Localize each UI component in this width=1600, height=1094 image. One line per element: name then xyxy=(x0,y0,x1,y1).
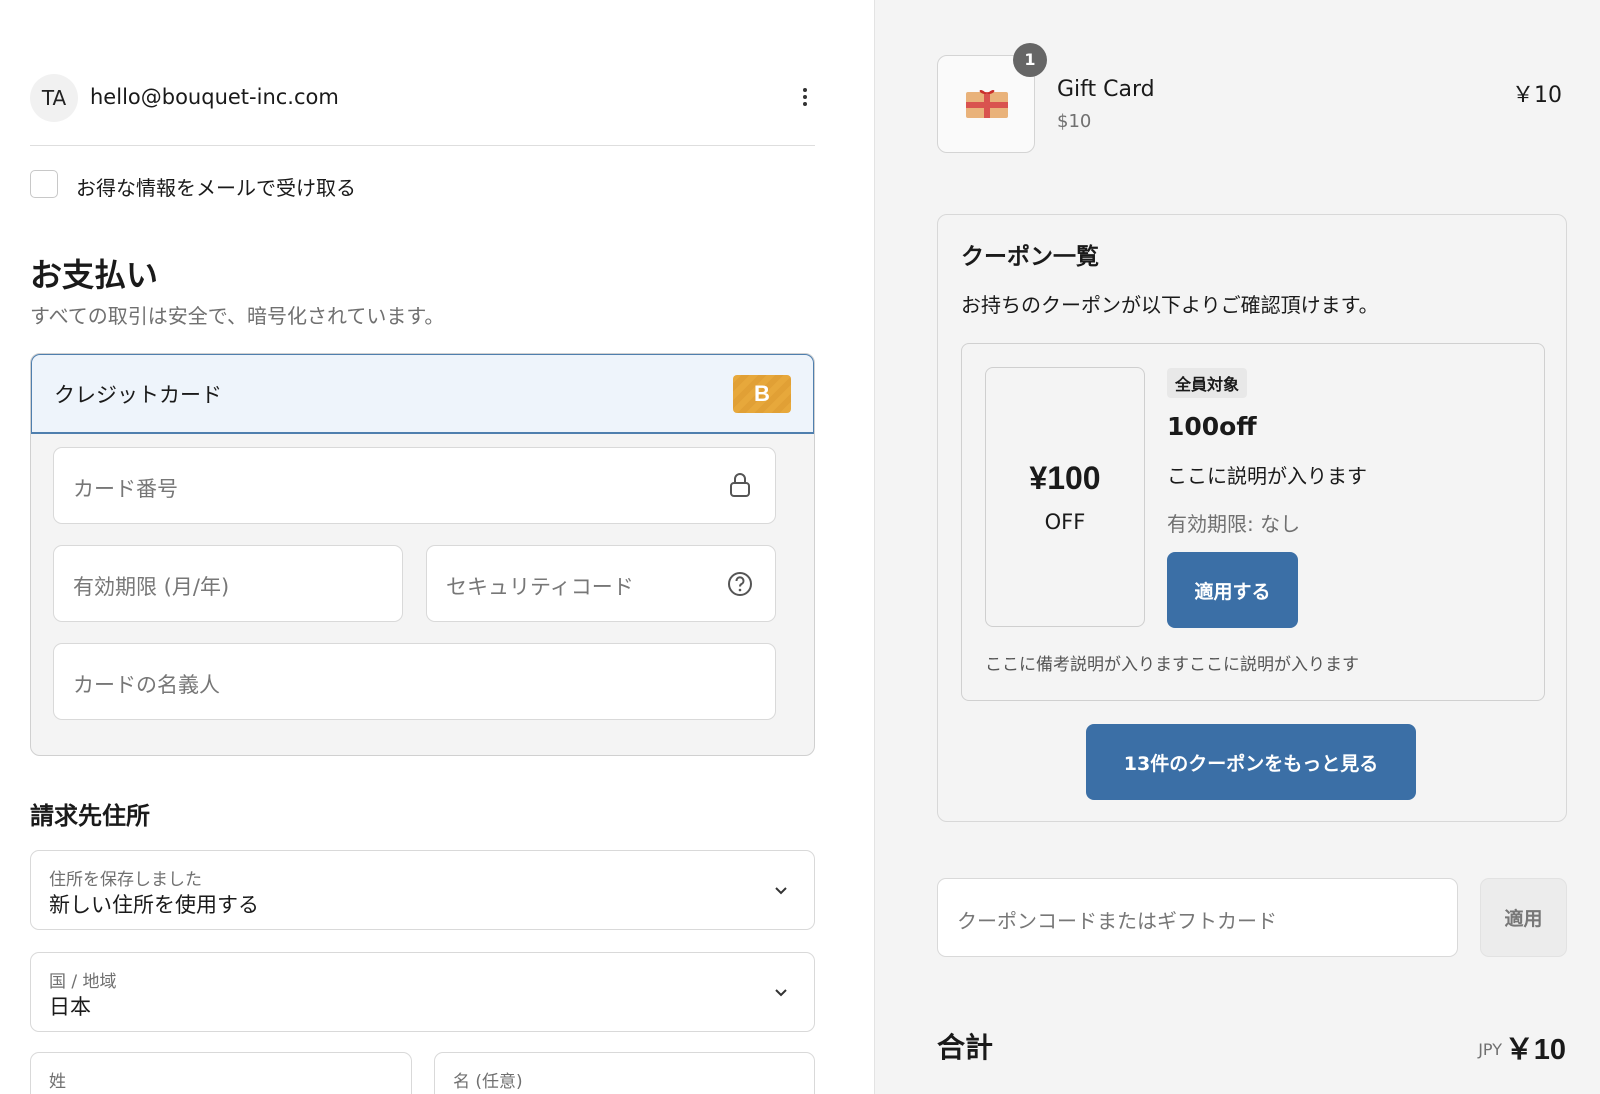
cardholder-name-placeholder: カードの名義人 xyxy=(73,673,220,697)
apply-coupon-button[interactable]: 適用する xyxy=(1167,552,1298,628)
total-amount: ￥10 xyxy=(1504,1034,1566,1066)
coupon-list: クーポン一覧 お持ちのクーポンが以下よりご確認頂けます。 ¥100 OFF 全員… xyxy=(937,214,1567,822)
account-email: hello@bouquet-inc.com xyxy=(90,85,339,109)
credit-card-panel: クレジットカード B カード番号 有効期限 (月/年) セキュリティコード カー… xyxy=(30,353,815,756)
cardholder-name-field[interactable]: カードの名義人 xyxy=(53,643,776,720)
more-vertical-icon[interactable] xyxy=(799,86,811,110)
chevron-down-icon xyxy=(775,989,787,997)
billing-title: 請求先住所 xyxy=(30,802,150,830)
saved-address-label: 住所を保存しました xyxy=(49,870,202,890)
total-currency: JPY xyxy=(1478,1040,1502,1059)
order-item: 1 Gift Card $10 ￥10 xyxy=(937,43,1562,155)
help-icon[interactable] xyxy=(727,571,753,597)
payment-title: お支払い xyxy=(30,256,159,294)
last-name-field[interactable]: 姓 xyxy=(30,1052,412,1094)
coupon-code-placeholder: クーポンコードまたはギフトカード xyxy=(957,909,1277,933)
saved-address-value: 新しい住所を使用する xyxy=(49,893,259,917)
coupon-ticket: ¥100 OFF xyxy=(985,367,1145,627)
coupon-amount: ¥100 xyxy=(1029,460,1101,496)
more-coupons-button[interactable]: 13件のクーポンをもっと見る xyxy=(1086,724,1416,800)
coupon-name: 100off xyxy=(1167,412,1257,441)
coupon-card: ¥100 OFF 全員対象 100off ここに説明が入ります 有効期限: なし… xyxy=(961,343,1545,701)
payment-subtitle: すべての取引は安全で、暗号化されています。 xyxy=(30,304,445,328)
credit-card-option[interactable]: クレジットカード B xyxy=(31,354,814,434)
security-code-field[interactable]: セキュリティコード xyxy=(426,545,776,622)
country-select[interactable]: 国 / 地域 日本 xyxy=(30,952,815,1032)
credit-card-label: クレジットカード xyxy=(54,383,222,407)
lock-icon xyxy=(730,473,750,497)
avatar: TA xyxy=(30,74,78,122)
coupon-code-input[interactable]: クーポンコードまたはギフトカード xyxy=(937,878,1458,957)
last-name-label: 姓 xyxy=(49,1072,66,1092)
chevron-down-icon xyxy=(775,887,787,895)
security-code-placeholder: セキュリティコード xyxy=(446,575,634,599)
product-name: Gift Card xyxy=(1057,77,1155,102)
card-number-placeholder: カード番号 xyxy=(73,477,178,501)
quantity-badge: 1 xyxy=(1013,43,1047,77)
product-price: ￥10 xyxy=(1512,83,1562,108)
first-name-field[interactable]: 名 (任意) xyxy=(434,1052,815,1094)
account-row: TA hello@bouquet-inc.com xyxy=(30,74,815,146)
coupon-target-tag: 全員対象 xyxy=(1167,368,1248,398)
first-name-label: 名 (任意) xyxy=(453,1072,523,1092)
order-summary-column: 1 Gift Card $10 ￥10 クーポン一覧 お持ちのクーポンが以下より… xyxy=(874,0,1600,1094)
expiry-placeholder: 有効期限 (月/年) xyxy=(73,575,230,599)
checkout-form-column: TA hello@bouquet-inc.com お得な情報をメールで受け取る … xyxy=(0,0,874,1094)
product-variant: $10 xyxy=(1057,111,1092,132)
coupon-expiry: 有効期限: なし xyxy=(1167,512,1301,536)
coupon-off-label: OFF xyxy=(1044,510,1086,534)
total-label: 合計 xyxy=(937,1031,994,1064)
coupon-note: ここに備考説明が入りますここに説明が入ります xyxy=(985,655,1359,675)
newsletter-label: お得な情報をメールで受け取る xyxy=(76,176,356,200)
saved-address-select[interactable]: 住所を保存しました 新しい住所を使用する xyxy=(30,850,815,930)
newsletter-checkbox[interactable] xyxy=(30,170,58,198)
gift-card-icon xyxy=(966,89,1008,118)
card-number-field[interactable]: カード番号 xyxy=(53,447,776,524)
apply-code-button[interactable]: 適用 xyxy=(1480,878,1567,957)
country-label: 国 / 地域 xyxy=(49,972,117,992)
expiry-field[interactable]: 有効期限 (月/年) xyxy=(53,545,403,622)
coupon-description: ここに説明が入ります xyxy=(1167,464,1367,488)
coupon-list-description: お持ちのクーポンが以下よりご確認頂けます。 xyxy=(961,293,1379,317)
coupon-list-title: クーポン一覧 xyxy=(961,244,1099,270)
country-value: 日本 xyxy=(49,995,91,1019)
card-brand-badge: B xyxy=(733,375,791,413)
